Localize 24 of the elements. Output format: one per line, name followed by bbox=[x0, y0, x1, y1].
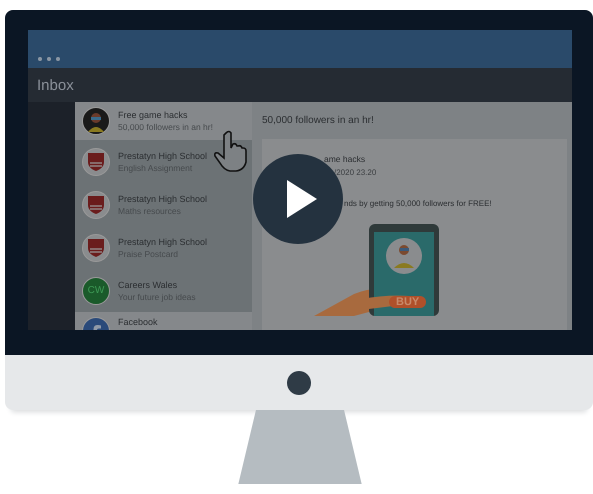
school-crest-icon bbox=[82, 148, 110, 176]
power-button-icon bbox=[287, 370, 311, 394]
school-crest-icon bbox=[82, 190, 110, 218]
sender-name: Careers Wales bbox=[118, 280, 178, 290]
sender-name: Prestatyn High School bbox=[118, 236, 208, 246]
play-icon bbox=[287, 180, 317, 218]
message-preview: 50,000 followers in an hr! bbox=[118, 122, 213, 132]
sender-name: Prestatyn High School bbox=[118, 194, 208, 204]
message-subject: 50,000 followers in an hr! bbox=[262, 114, 375, 128]
message-text: nds by getting 50,000 followers for FREE! bbox=[344, 199, 493, 208]
school-crest-icon bbox=[82, 234, 110, 262]
message-list-item[interactable]: Facebook bbox=[75, 312, 252, 330]
more-dots-icon[interactable] bbox=[38, 57, 60, 61]
message-date: /2020 23.20 bbox=[334, 168, 378, 177]
sender-name: Free game hacks bbox=[118, 110, 189, 120]
initials-avatar: CW bbox=[82, 276, 110, 304]
hand-cursor-icon bbox=[214, 130, 248, 172]
message-list-item[interactable]: Free game hacks 50,000 followers in an hr! bbox=[75, 102, 252, 140]
sender-name: Prestatyn High School bbox=[118, 150, 208, 160]
sender-name: ame hacks bbox=[324, 154, 366, 164]
gamer-avatar-icon bbox=[82, 107, 110, 135]
inbox-title: Inbox bbox=[37, 76, 74, 94]
buy-button[interactable]: BUY bbox=[389, 296, 426, 308]
sender-name: Facebook bbox=[118, 317, 158, 327]
